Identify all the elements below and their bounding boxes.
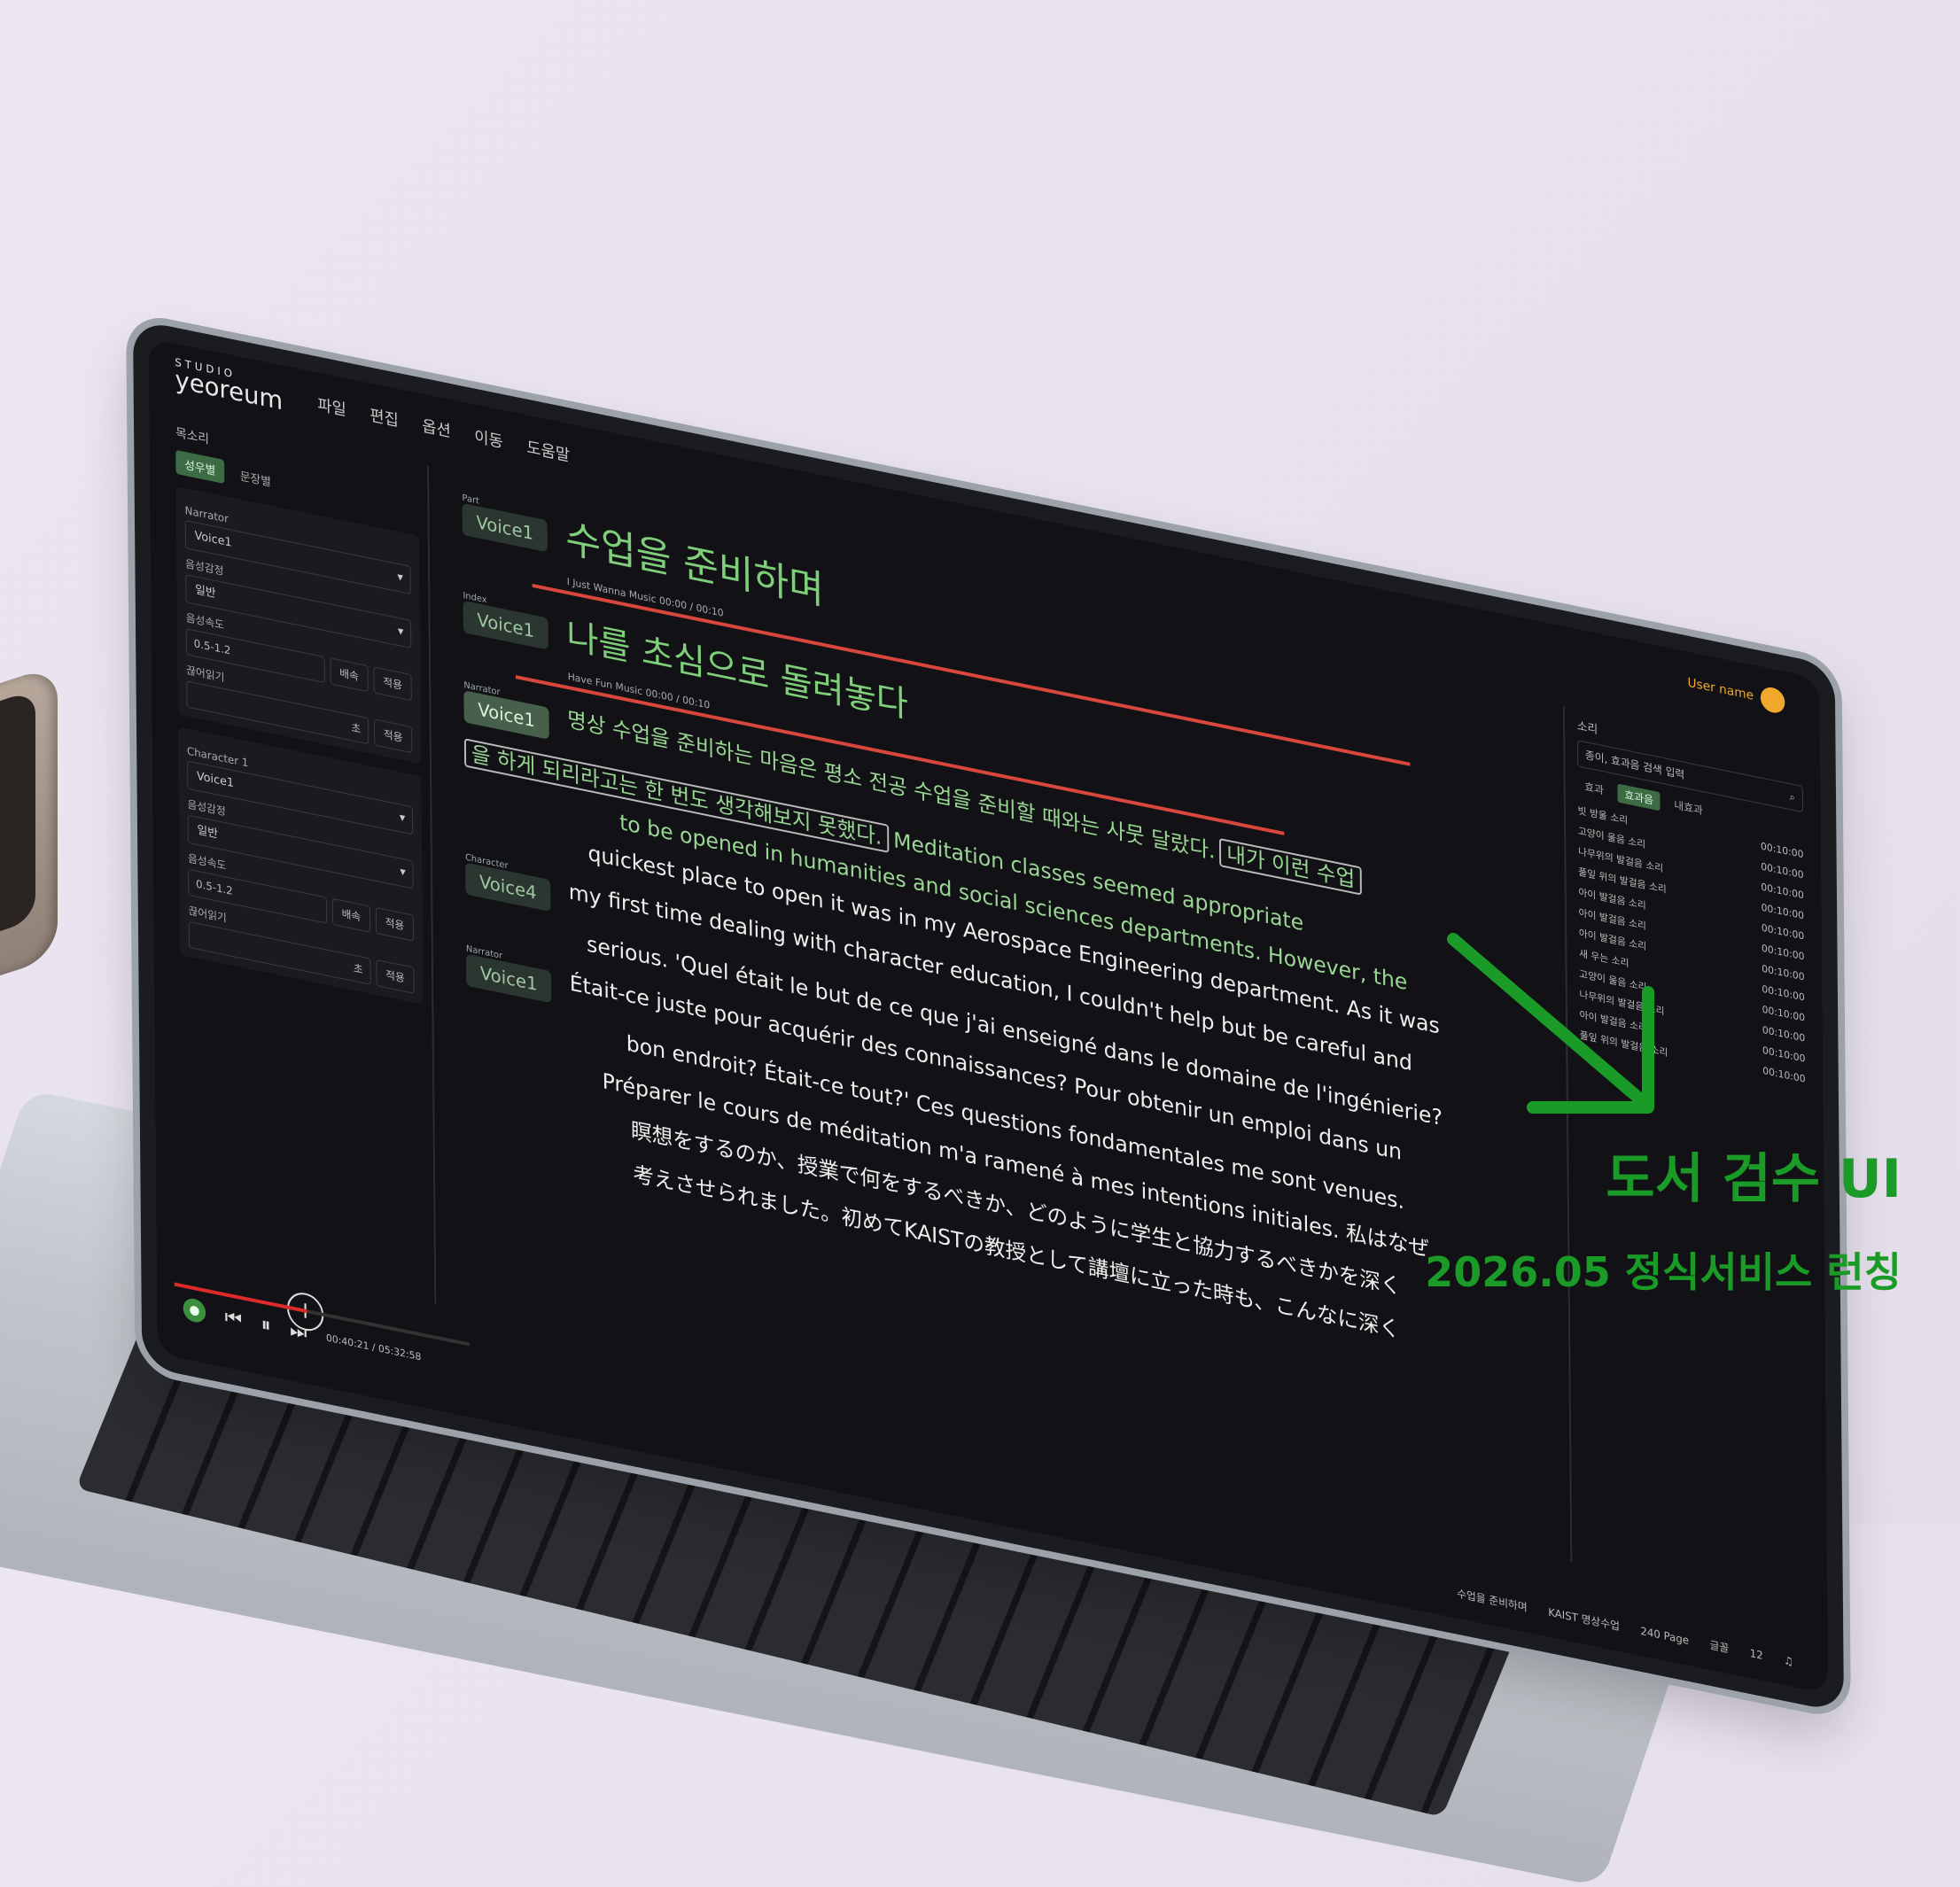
sound-time: 00:10:00	[1762, 982, 1805, 1004]
sound-name: 빗 방울 소리	[1577, 804, 1629, 827]
status-size[interactable]: 12	[1750, 1646, 1763, 1661]
character1-speed-unit: 배속	[331, 897, 371, 933]
sound-time: 00:10:00	[1762, 1003, 1806, 1024]
pause-icon[interactable]: ⏸	[261, 1313, 271, 1337]
segment-by-sentence[interactable]: 문장별	[231, 462, 280, 495]
sentence-1-selected-end[interactable]: 내가 이런 수업	[1219, 837, 1363, 896]
avatar	[1760, 685, 1785, 716]
sound-time: 00:10:00	[1762, 1044, 1806, 1065]
arrow-icon	[1447, 933, 1654, 1114]
menu-file[interactable]: 파일	[317, 395, 346, 420]
sound-time: 00:10:00	[1762, 962, 1805, 983]
menu-edit[interactable]: 편집	[369, 406, 399, 431]
sound-time: 00:10:00	[1761, 942, 1805, 963]
tab-effects[interactable]: 효과	[1577, 775, 1611, 801]
sound-time: 00:10:00	[1761, 881, 1804, 902]
skip-back-icon[interactable]: ⏮	[225, 1306, 243, 1332]
skip-forward-icon[interactable]: ⏭	[290, 1319, 307, 1345]
status-page: 240 Page	[1640, 1624, 1690, 1647]
character1-panel: Character 1 Voice1 음성감정 일반 음성속도 0.5-1.2 …	[177, 726, 424, 1005]
menu-options[interactable]: 옵션	[422, 416, 451, 441]
narrator-panel: Narrator Voice1 음성감정 일반 음성속도 0.5-1.2 배속 …	[175, 485, 422, 765]
caption-title: 도서 검수 UI	[1606, 1148, 1902, 1210]
character1-speed-apply-button[interactable]: 적용	[375, 906, 415, 942]
voice-sidebar: 목소리 성우별 문장별 Narrator Voice1 음성감정 일반 음성속도…	[167, 412, 437, 1334]
sound-time: 00:10:00	[1760, 840, 1804, 861]
app-logo: STUDIO yeoreum	[175, 356, 283, 416]
partial-device-left	[0, 664, 58, 1011]
narrator-pause-apply-button[interactable]: 적용	[373, 718, 413, 754]
index-tag: Index Voice1	[463, 590, 548, 650]
microphone-icon[interactable]: ●	[183, 1296, 206, 1324]
status-chapter: 수업을 준비하며	[1457, 1587, 1528, 1614]
narrator-tag: Narrator Voice1	[463, 680, 549, 740]
narrator2-tag: Narrator Voice1	[466, 944, 552, 1004]
sound-time: 00:10:00	[1761, 901, 1805, 922]
tab-sound-effects[interactable]: 효과음	[1617, 783, 1661, 811]
user-name: User name	[1687, 675, 1754, 703]
menu-navigate[interactable]: 이동	[474, 428, 503, 453]
user-menu[interactable]: User name	[1687, 671, 1785, 716]
narrator-speed-unit: 배속	[330, 657, 369, 693]
caption-subtitle: 2026.05 정식서비스 런칭	[1425, 1248, 1902, 1296]
narrator-speed-apply-button[interactable]: 적용	[373, 666, 412, 702]
sound-time: 00:10:00	[1761, 921, 1805, 943]
status-font[interactable]: 글꼴	[1709, 1637, 1730, 1656]
part-tag: Part Voice1	[462, 493, 548, 552]
partial-device-screen	[0, 689, 35, 963]
menu-help[interactable]: 도움말	[526, 439, 570, 466]
character-tag: Character Voice4	[465, 852, 551, 912]
playback-time: 00:40:21 / 05:32:58	[325, 1331, 422, 1363]
sound-time: 00:10:00	[1762, 1023, 1806, 1044]
sound-time: 00:10:00	[1762, 1064, 1806, 1085]
segment-by-actor[interactable]: 성우별	[175, 449, 225, 485]
sound-time: 00:10:00	[1761, 860, 1804, 881]
character1-pause-apply-button[interactable]: 적용	[376, 959, 415, 994]
status-book: KAIST 명상수업	[1548, 1605, 1620, 1634]
tab-my-effects[interactable]: 내효과	[1667, 794, 1709, 821]
music-note-icon[interactable]: ♫	[1784, 1653, 1793, 1667]
